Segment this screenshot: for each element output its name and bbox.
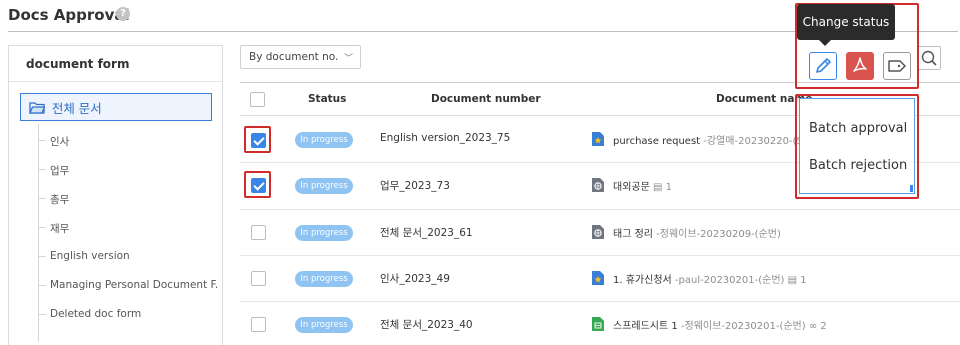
- row-checkbox[interactable]: [251, 317, 266, 332]
- document-name[interactable]: 1. 휴가신청서 -paul-20230201-(순번) ▤ 1: [613, 271, 807, 286]
- row-checkbox[interactable]: [251, 271, 266, 286]
- attachment-count: 1: [800, 275, 807, 286]
- menu-item-batch-approval[interactable]: Batch approval: [809, 121, 907, 136]
- document-title: purchase request: [613, 136, 701, 147]
- document-title: 스프레드시트 1: [613, 321, 678, 332]
- star-doc-icon: [592, 132, 604, 146]
- calendar-icon: ▤: [787, 275, 798, 286]
- sidebar-item-all-documents[interactable]: 전체 문서: [20, 93, 212, 121]
- status-badge: In progress: [295, 225, 353, 241]
- status-badge: In progress: [295, 178, 353, 194]
- document-meta: -정웨이브-20230201-(순번): [677, 321, 806, 332]
- pencil-icon: [816, 58, 831, 73]
- document-name[interactable]: 태그 정리 -정웨이브-20230209-(순번): [613, 225, 781, 240]
- pdf-export-button[interactable]: [846, 52, 874, 80]
- status-badge: In progress: [295, 132, 353, 148]
- help-icon[interactable]: ?: [116, 7, 130, 21]
- menu-scrollbar[interactable]: [910, 185, 913, 192]
- globe-doc-icon: [592, 178, 604, 192]
- select-all-checkbox[interactable]: [250, 92, 265, 107]
- document-number[interactable]: English version_2023_75: [380, 132, 510, 144]
- change-status-menu: Batch approval Batch rejection: [799, 98, 915, 194]
- document-number[interactable]: 업무_2023_73: [380, 178, 450, 193]
- tooltip-arrow: [819, 40, 831, 46]
- sheet-doc-icon: [592, 317, 604, 331]
- status-badge: In progress: [295, 317, 353, 333]
- document-name[interactable]: purchase request -강열매-20230220-(SE: [613, 132, 809, 147]
- comment-count: 1: [665, 182, 673, 193]
- sort-select[interactable]: By document no. ﹀: [240, 45, 361, 69]
- sidebar-item-managing-personal[interactable]: Managing Personal Document F...: [38, 269, 218, 298]
- sidebar-tree: 인사 업무 총무 재무 English version Managing Per…: [38, 124, 218, 342]
- sort-select-value: By document no.: [249, 51, 339, 63]
- document-title: 1. 휴가신청서: [613, 275, 672, 286]
- sidebar-item-deleted-doc-form[interactable]: Deleted doc form: [38, 298, 218, 327]
- document-number[interactable]: 전체 문서_2023_61: [380, 225, 473, 240]
- search-icon: [921, 50, 937, 66]
- document-number[interactable]: 인사_2023_49: [380, 271, 450, 286]
- sidebar-header: document form: [9, 46, 222, 82]
- document-number[interactable]: 전체 문서_2023_40: [380, 317, 473, 332]
- tag-button[interactable]: [883, 52, 911, 80]
- search-button[interactable]: [917, 46, 941, 70]
- document-meta: -정웨이브-20230209-(순번): [652, 229, 781, 240]
- sidebar: document form 전체 문서 인사 업무 총무 재무 English …: [8, 45, 223, 345]
- paperclip-icon: ∞: [808, 321, 818, 332]
- document-name[interactable]: 대외공문 ▤ 1: [613, 178, 672, 193]
- star-doc-icon: [592, 271, 604, 285]
- tag-icon: [888, 60, 906, 72]
- change-status-button[interactable]: [809, 52, 837, 80]
- page-title: Docs Approval: [8, 6, 130, 24]
- pdf-icon: [853, 57, 867, 72]
- sidebar-item-label: 전체 문서: [51, 101, 102, 116]
- attachment-count: 2: [820, 321, 827, 332]
- table-row[interactable]: In progress 전체 문서_2023_61 태그 정리 -정웨이브-20…: [240, 210, 960, 256]
- chevron-down-icon: ﹀: [343, 54, 353, 64]
- document-meta: -강열매-20230220-(SE: [700, 136, 810, 147]
- folder-open-icon: [29, 102, 45, 114]
- column-header-status[interactable]: Status: [308, 93, 346, 105]
- sidebar-item-english-version[interactable]: English version: [38, 240, 218, 269]
- globe-doc-icon: [592, 225, 604, 239]
- column-header-document-number[interactable]: Document number: [431, 93, 541, 105]
- sidebar-item-finance[interactable]: 재무: [38, 211, 218, 240]
- checkbox-highlight: [244, 171, 271, 198]
- document-title: 태그 정리: [613, 229, 653, 240]
- document-title: 대외공문: [613, 182, 650, 193]
- sidebar-item-work[interactable]: 업무: [38, 153, 218, 182]
- status-badge: In progress: [295, 271, 353, 287]
- table-row[interactable]: In progress 전체 문서_2023_40 스프레드시트 1 -정웨이브…: [240, 302, 960, 345]
- table-row[interactable]: In progress 인사_2023_49 1. 휴가신청서 -paul-20…: [240, 256, 960, 302]
- document-meta: -paul-20230201-(순번): [671, 275, 785, 286]
- menu-item-batch-rejection[interactable]: Batch rejection: [809, 158, 907, 173]
- comment-icon: ▤: [653, 182, 663, 193]
- checkbox-highlight: [244, 126, 271, 153]
- sidebar-item-general-affairs[interactable]: 총무: [38, 182, 218, 211]
- row-checkbox[interactable]: [251, 225, 266, 240]
- document-name[interactable]: 스프레드시트 1 -정웨이브-20230201-(순번) ∞ 2: [613, 317, 827, 332]
- change-status-tooltip: Change status: [797, 4, 895, 40]
- sidebar-item-hr[interactable]: 인사: [38, 124, 218, 153]
